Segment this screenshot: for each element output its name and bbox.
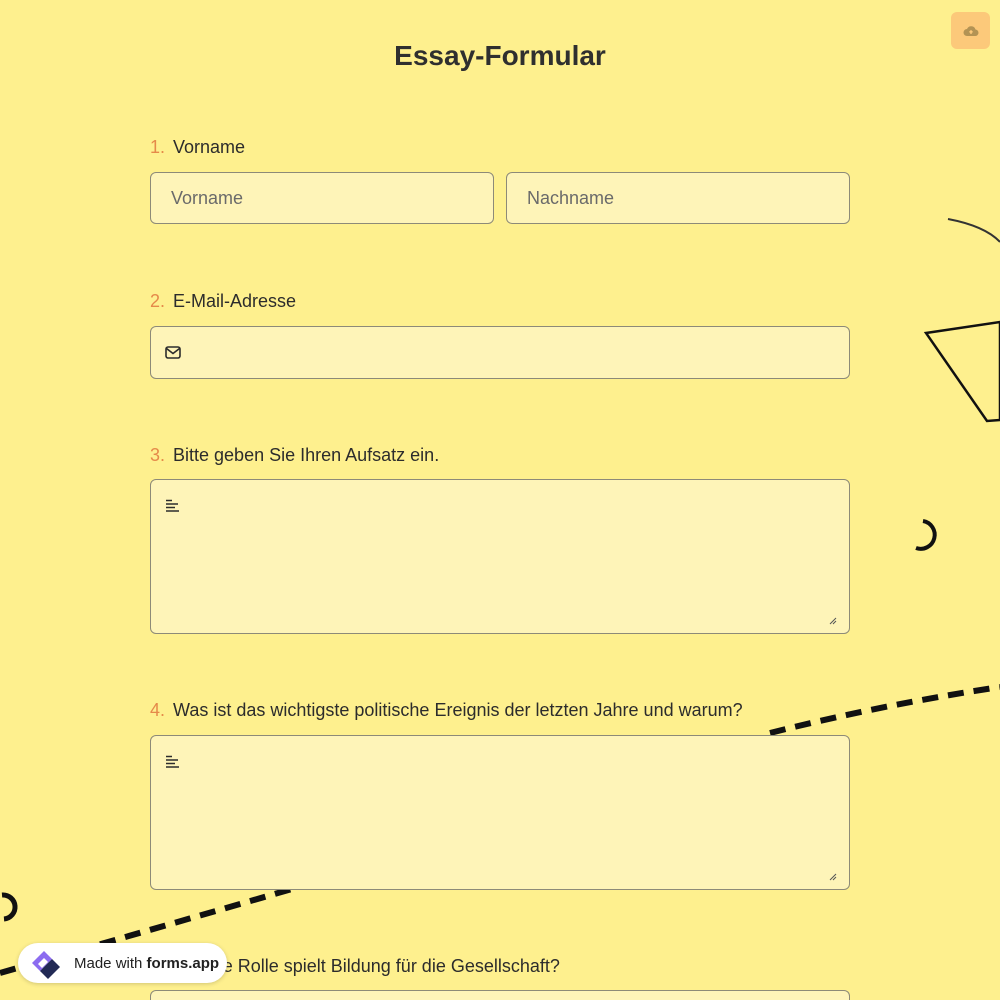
last-name-input[interactable] bbox=[507, 173, 849, 223]
question-text: Vorname bbox=[173, 137, 246, 157]
question-3-label: 3. Bitte geben Sie Ihren Aufsatz ein. bbox=[150, 445, 439, 466]
question-text: Bitte geben Sie Ihren Aufsatz ein. bbox=[173, 445, 440, 465]
resize-handle-icon[interactable] bbox=[828, 872, 837, 881]
cloud-upload-icon bbox=[963, 25, 979, 36]
question-1-label: 1. Vorname bbox=[150, 137, 245, 158]
question-number: 2. bbox=[150, 291, 166, 311]
last-name-field[interactable] bbox=[506, 172, 850, 224]
made-with-forms-app-badge[interactable]: Made with forms.app bbox=[18, 943, 227, 983]
first-name-input[interactable] bbox=[151, 173, 493, 223]
question-number: 3. bbox=[150, 445, 166, 465]
email-input[interactable] bbox=[151, 327, 849, 378]
first-name-field[interactable] bbox=[150, 172, 494, 224]
question-4-label: 4. Was ist das wichtigste politische Ere… bbox=[150, 700, 743, 721]
question-2-label: 2. E-Mail-Adresse bbox=[150, 291, 296, 312]
question-text: Welche Rolle spielt Bildung für die Gese… bbox=[173, 956, 560, 976]
badge-prefix: Made with bbox=[74, 954, 143, 972]
education-role-textarea[interactable] bbox=[150, 990, 850, 1000]
question-number: 4. bbox=[150, 700, 166, 720]
question-text: E-Mail-Adresse bbox=[173, 291, 297, 311]
political-event-textarea[interactable] bbox=[150, 735, 850, 890]
forms-app-logo-icon bbox=[32, 951, 60, 979]
email-field[interactable] bbox=[150, 326, 850, 379]
text-align-left-icon bbox=[166, 499, 179, 512]
resize-handle-icon[interactable] bbox=[828, 616, 837, 625]
question-text: Was ist das wichtigste politische Ereign… bbox=[173, 700, 743, 720]
badge-brand: forms.app bbox=[146, 954, 220, 972]
question-number: 1. bbox=[150, 137, 166, 157]
page-title: Essay-Formular bbox=[394, 40, 606, 71]
essay-textarea[interactable] bbox=[150, 479, 850, 634]
badge-text: Made with forms.app bbox=[74, 955, 219, 972]
envelope-icon bbox=[165, 346, 181, 359]
text-align-left-icon bbox=[166, 755, 179, 768]
